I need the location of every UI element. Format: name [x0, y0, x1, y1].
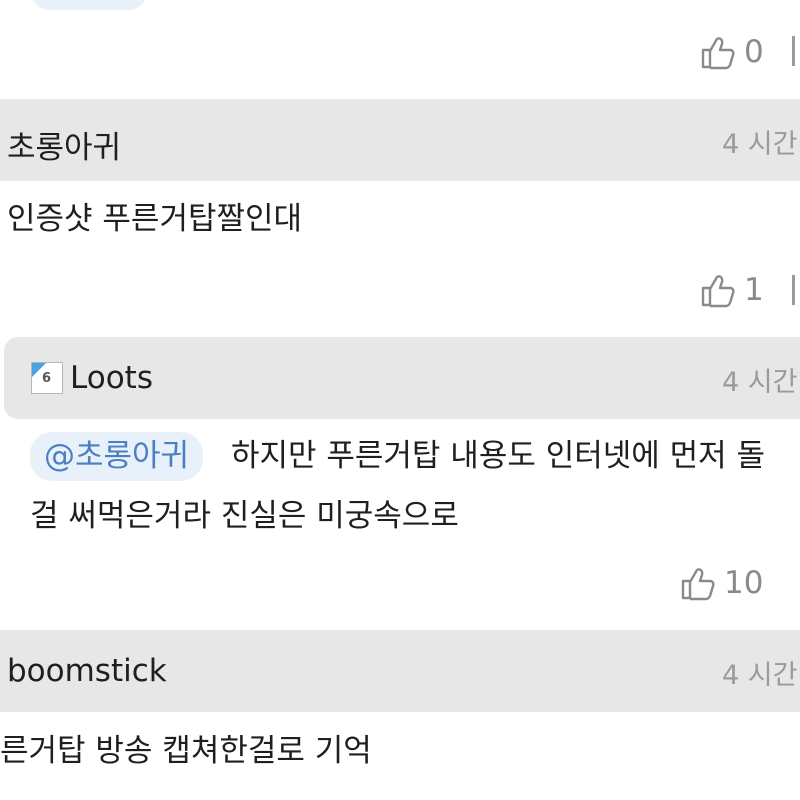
comment-author[interactable]: Loots — [70, 360, 153, 396]
comment-author[interactable]: 초롱아귀 — [7, 122, 121, 167]
mention-chip[interactable]: @초롱아귀 — [30, 432, 204, 482]
thumbs-up-icon — [680, 565, 716, 601]
comment-feed: 0 초롱아귀 4 시간 인증샷 푸른거탑짤인대 1 6 Loots 4 시간 @… — [0, 0, 800, 800]
comment-header: 초롱아귀 4 시간 — [0, 99, 800, 181]
like-count: 1 — [744, 271, 764, 308]
comment-text: 인증샷 푸른거탑짤인대 — [7, 201, 303, 237]
like-button[interactable]: 1 — [700, 272, 764, 308]
user-level-badge: 6 — [31, 362, 63, 394]
more-menu-edge[interactable] — [792, 36, 795, 66]
more-menu-edge[interactable] — [792, 275, 795, 305]
like-count: 0 — [744, 33, 764, 70]
comment-time: 4 시간 — [722, 660, 798, 691]
reply-header: 6 Loots 4 시간 — [4, 337, 800, 419]
like-count: 10 — [724, 564, 764, 601]
previous-mention-chip[interactable] — [30, 0, 148, 10]
comment-header: boomstick 4 시간 — [0, 630, 800, 712]
thumbs-up-icon — [700, 34, 736, 70]
reply-text-line: @초롱아귀 하지만 푸른거탑 내용도 인터넷에 먼저 돌 — [30, 432, 766, 482]
reply-text-line2: 걸 써먹은거라 진실은 미궁속으로 — [30, 498, 459, 534]
like-button[interactable]: 0 — [700, 34, 764, 70]
reply-text-part: 하지만 푸른거탑 내용도 인터넷에 먼저 돌 — [230, 438, 766, 474]
comment-text: 른거탑 방송 캡쳐한걸로 기억 — [0, 733, 372, 769]
thumbs-up-icon — [700, 272, 736, 308]
like-button[interactable]: 10 — [680, 565, 763, 601]
comment-time: 4 시간 — [722, 129, 798, 160]
comment-time: 4 시간 — [722, 367, 798, 398]
comment-author[interactable]: boomstick — [7, 653, 167, 689]
